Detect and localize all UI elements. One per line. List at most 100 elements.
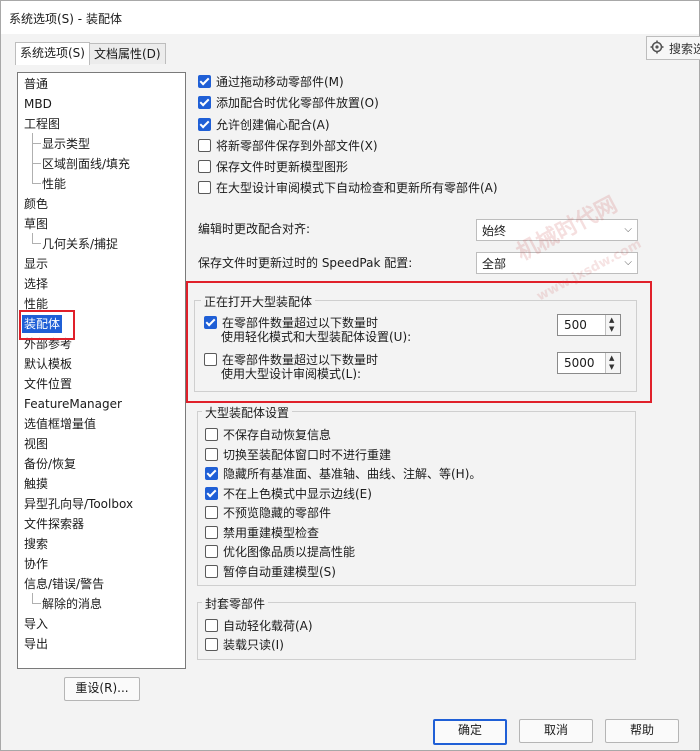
option-no-rebuild-on-switch[interactable]: 切换至装配体窗口时不进行重建 [205, 445, 391, 463]
option-no-preview-hidden[interactable]: 不预览隐藏的零部件 [205, 503, 331, 521]
option-allow-misaligned-mates[interactable]: 允许创建偏心配合(A) [198, 115, 330, 133]
option-label: 优化图像品质以提高性能 [223, 544, 356, 559]
cancel-button[interactable]: 取消 [519, 719, 593, 743]
checkbox[interactable] [205, 618, 218, 632]
tree-item-general[interactable]: 普通 [24, 75, 48, 93]
option-label: 允许创建偏心配合(A) [216, 117, 330, 132]
tree-item-backup-recover[interactable]: 备份/恢复 [24, 455, 76, 473]
mate-alignment-label: 编辑时更改配合对齐: [198, 222, 311, 236]
tree-item-default-templates[interactable]: 默认模板 [24, 355, 72, 373]
checkbox[interactable] [205, 447, 218, 461]
option-label: 不预览隐藏的零部件 [223, 505, 332, 520]
speedpak-label: 保存文件时更新过时的 SpeedPak 配置: [198, 256, 413, 270]
tab-bar: 系统选项(S) 文档属性(D) [15, 42, 166, 65]
tree-item-spin-box-increments[interactable]: 选值框增量值 [24, 415, 96, 433]
chevron-down-icon: ⌵ [624, 224, 632, 235]
tree-item-search[interactable]: 搜索 [24, 535, 48, 553]
tree-item-export[interactable]: 导出 [24, 635, 48, 653]
checkbox[interactable] [198, 138, 211, 152]
tab-system-options[interactable]: 系统选项(S) [15, 42, 90, 65]
gear-icon [650, 40, 664, 57]
tree-item-import[interactable]: 导入 [24, 615, 48, 633]
tree-item-selection[interactable]: 选择 [24, 275, 48, 293]
option-label: 暂停自动重建模型(S) [223, 564, 336, 579]
group-title: 大型装配体设置 [202, 404, 293, 421]
option-label: 自动轻化载荷(A) [223, 618, 313, 633]
checkbox[interactable] [205, 505, 218, 519]
group-title: 封套零部件 [202, 595, 269, 612]
tree-item-file-locations[interactable]: 文件位置 [24, 375, 72, 393]
highlight-box-tree [19, 310, 75, 340]
search-label: 搜索选 [669, 42, 700, 56]
option-hide-planes-axes[interactable]: 隐藏所有基准面、基准轴、曲线、注解、等(H)。 [205, 464, 481, 482]
option-label: 隐藏所有基准面、基准轴、曲线、注解、等(H)。 [223, 466, 482, 481]
option-label: 切换至装配体窗口时不进行重建 [223, 447, 392, 462]
option-save-external[interactable]: 将新零部件保存到外部文件(X) [198, 136, 378, 154]
checkbox[interactable] [205, 525, 218, 539]
option-no-edges-shaded[interactable]: 不在上色模式中显示边线(E) [205, 484, 372, 502]
option-update-graphics-on-save[interactable]: 保存文件时更新模型图形 [198, 157, 348, 175]
option-label: 不保存自动恢复信息 [223, 427, 332, 442]
reset-button[interactable]: 重设(R)... [64, 677, 140, 701]
ok-button[interactable]: 确定 [433, 719, 507, 745]
checkbox[interactable] [198, 74, 211, 88]
option-optimize-image-quality[interactable]: 优化图像品质以提高性能 [205, 542, 355, 560]
tree-guide [32, 233, 41, 244]
option-auto-check-lddr[interactable]: 在大型设计审阅模式下自动检查和更新所有零部件(A) [198, 178, 498, 196]
checkbox[interactable] [198, 159, 211, 173]
dialog-window: 系统选项(S) - 装配体 系统选项(S) 文档属性(D) 搜索选 普通 MBD… [0, 0, 700, 751]
checkbox[interactable] [205, 486, 218, 500]
checkbox[interactable] [205, 427, 218, 441]
search-options[interactable]: 搜索选 [646, 36, 700, 60]
tree-guide [32, 163, 41, 184]
checkbox[interactable] [205, 564, 218, 578]
tree-item-sketch[interactable]: 草图 [24, 215, 48, 233]
option-optimize-placement[interactable]: 添加配合时优化零部件放置(O) [198, 93, 379, 111]
tree-item-collaboration[interactable]: 协作 [24, 555, 48, 573]
tree-item-view[interactable]: 视图 [24, 435, 48, 453]
select-value: 始终 [482, 224, 507, 238]
highlight-box-group [186, 281, 652, 403]
options-tree[interactable]: 普通 MBD 工程图 显示类型 区域剖面线/填充 性能 颜色 草图 几何关系/捕… [17, 72, 186, 669]
option-drag-move-components[interactable]: 通过拖动移动零部件(M) [198, 72, 344, 90]
tree-item-dismissed-messages[interactable]: 解除的消息 [42, 595, 102, 613]
help-button[interactable]: 帮助 [605, 719, 679, 743]
tree-guide [32, 593, 41, 604]
checkbox[interactable] [205, 637, 218, 651]
window-title: 系统选项(S) - 装配体 [9, 12, 122, 26]
tree-item-mbd[interactable]: MBD [24, 95, 52, 113]
option-auto-lightweight[interactable]: 自动轻化载荷(A) [205, 616, 313, 634]
checkbox[interactable] [205, 544, 218, 558]
option-label: 不在上色模式中显示边线(E) [223, 486, 372, 501]
option-label: 在大型设计审阅模式下自动检查和更新所有零部件(A) [216, 180, 498, 195]
checkbox[interactable] [198, 117, 211, 131]
checkbox[interactable] [198, 95, 211, 109]
tree-item-touch[interactable]: 触摸 [24, 475, 48, 493]
tree-item-colors[interactable]: 颜色 [24, 195, 48, 213]
tree-item-display-style[interactable]: 显示类型 [42, 135, 90, 153]
option-load-read-only[interactable]: 装载只读(I) [205, 635, 284, 653]
tree-item-display[interactable]: 显示 [24, 255, 48, 273]
tab-document-properties[interactable]: 文档属性(D) [88, 43, 166, 64]
checkbox[interactable] [198, 180, 211, 194]
option-label: 通过拖动移动零部件(M) [216, 74, 344, 89]
option-label: 将新零部件保存到外部文件(X) [216, 138, 378, 153]
tree-item-drawings[interactable]: 工程图 [24, 115, 60, 133]
tree-item-featuremanager[interactable]: FeatureManager [24, 395, 122, 413]
option-disable-verification[interactable]: 禁用重建模型检查 [205, 523, 319, 541]
tree-item-messages-errors-warnings[interactable]: 信息/错误/警告 [24, 575, 104, 593]
option-label: 装载只读(I) [223, 637, 284, 652]
select-value: 全部 [482, 257, 507, 271]
title-bar: 系统选项(S) - 装配体 [1, 1, 699, 34]
checkbox[interactable] [205, 466, 218, 480]
option-label: 禁用重建模型检查 [223, 525, 320, 540]
tree-item-hole-wizard-toolbox[interactable]: 异型孔向导/Toolbox [24, 495, 133, 513]
tree-item-file-explorer[interactable]: 文件探索器 [24, 515, 84, 533]
tree-item-area-hatch[interactable]: 区域剖面线/填充 [42, 155, 130, 173]
option-no-autorecover[interactable]: 不保存自动恢复信息 [205, 425, 331, 443]
option-suspend-auto-rebuild[interactable]: 暂停自动重建模型(S) [205, 562, 336, 580]
tree-item-relations-snaps[interactable]: 几何关系/捕捉 [42, 235, 118, 253]
tree-item-drawing-performance[interactable]: 性能 [42, 175, 66, 193]
tree-guide [32, 143, 41, 164]
option-label: 添加配合时优化零部件放置(O) [216, 95, 379, 110]
